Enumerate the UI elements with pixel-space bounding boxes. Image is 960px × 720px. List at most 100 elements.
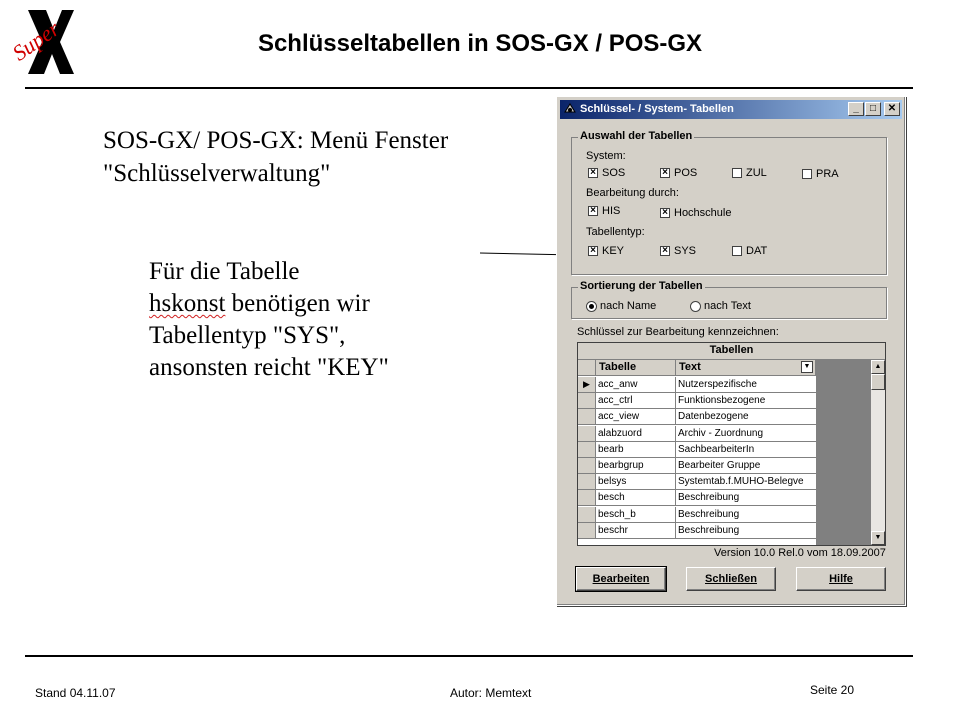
tables-grid[interactable]: Tabellen Tabelle Text ▼ ▶ acc_anw Nutzersp… — [577, 342, 886, 546]
cell-table-text[interactable]: Archiv - Zuordnung — [676, 426, 816, 442]
close-button[interactable]: ✕ — [884, 102, 900, 116]
current-row-indicator[interactable]: ▶ — [578, 377, 596, 393]
cell-table-name[interactable]: acc_anw — [596, 377, 676, 393]
cell-table-name[interactable]: acc_view — [596, 409, 676, 426]
chevron-down-icon[interactable]: ▼ — [801, 361, 813, 373]
system-pos-label: POS — [674, 167, 698, 179]
scroll-thumb[interactable] — [871, 374, 885, 390]
type-sys-checkbox[interactable]: × — [660, 246, 670, 256]
note-line-1: Für die Tabelle — [149, 258, 300, 285]
sort-legend: Sortierung der Tabellen — [578, 280, 705, 292]
sort-by-name-radio[interactable] — [586, 301, 597, 312]
row-selector[interactable] — [578, 506, 596, 523]
grid-corner-header — [578, 360, 596, 376]
table-row[interactable]: bearbgrup Bearbeiter Gruppe — [578, 458, 816, 474]
table-row[interactable]: besch Beschreibung — [578, 490, 816, 507]
edit-button-label: Bearbeiten — [592, 573, 650, 585]
edit-by-label: Bearbeitung durch: — [586, 187, 679, 199]
close-dialog-button-label: Schließen — [705, 573, 757, 585]
intro-line-1: SOS-GX/ POS-GX: Menü Fenster — [103, 127, 449, 154]
row-selector[interactable] — [578, 425, 596, 442]
note-text: Für die Tabelle hskonst benötigen wir Ta… — [149, 256, 389, 384]
footer-page-number: Seite 20 — [810, 683, 855, 697]
cell-table-text[interactable]: Nutzerspezifische — [676, 377, 816, 393]
table-row[interactable]: bearb SachbearbeiterIn — [578, 441, 816, 458]
table-row[interactable]: besch_b Beschreibung — [578, 506, 816, 523]
row-selector[interactable] — [578, 409, 596, 426]
slide-title: Schlüsseltabellen in SOS-GX / POS-GX — [257, 30, 703, 57]
cell-table-text[interactable]: Beschreibung — [676, 490, 816, 507]
type-dat-checkbox[interactable] — [732, 246, 742, 256]
sort-group: Sortierung der Tabellen nach Name nach T… — [571, 280, 887, 319]
cell-table-name[interactable]: besch_b — [596, 506, 676, 523]
vertical-scrollbar[interactable]: ▲ ▼ — [871, 360, 885, 545]
column-header-table[interactable]: Tabelle — [596, 360, 676, 376]
edit-his-label: HIS — [602, 205, 621, 217]
close-dialog-button[interactable]: Schließen — [686, 567, 776, 591]
edit-hochschule-label: Hochschule — [674, 207, 732, 219]
table-row[interactable]: belsys Systemtab.f.MUHO-Belegve — [578, 474, 816, 491]
grid-empty-area — [816, 360, 871, 545]
cell-table-name[interactable]: alabzuord — [596, 425, 676, 442]
footer-date: Stand 04.11.07 — [35, 686, 116, 700]
column-header-text[interactable]: Text ▼ — [676, 360, 816, 376]
cell-table-text[interactable]: Beschreibung — [676, 507, 816, 523]
cell-table-name[interactable]: besch — [596, 490, 676, 507]
row-selector[interactable] — [578, 474, 596, 491]
scroll-up-button[interactable]: ▲ — [871, 360, 885, 374]
edit-hochschule-checkbox[interactable]: × — [660, 208, 670, 218]
cell-table-name[interactable]: belsys — [596, 474, 676, 491]
system-pos-checkbox[interactable]: × — [660, 168, 670, 178]
system-label: System: — [586, 150, 626, 162]
system-zul-label: ZUL — [746, 167, 767, 179]
table-row[interactable]: alabzuord Archiv - Zuordnung — [578, 425, 816, 442]
row-selector[interactable] — [578, 522, 596, 539]
sort-by-text-radio[interactable] — [690, 301, 701, 312]
system-pra-checkbox[interactable] — [802, 169, 812, 179]
footer-rule — [25, 655, 913, 657]
edit-button[interactable]: Bearbeiten — [575, 566, 667, 592]
dialog-titlebar[interactable]: Schlüssel- / System- Tabellen _ □ ✕ — [560, 100, 902, 119]
cell-table-name[interactable]: acc_ctrl — [596, 393, 676, 410]
header-rule — [25, 87, 913, 89]
type-key-checkbox[interactable]: × — [588, 246, 598, 256]
intro-text: SOS-GX/ POS-GX: Menü Fenster "Schlüsselv… — [103, 124, 448, 190]
help-button-label: Hilfe — [829, 573, 853, 585]
system-zul-checkbox[interactable] — [732, 168, 742, 178]
table-row[interactable]: acc_ctrl Funktionsbezogene — [578, 393, 816, 410]
help-button[interactable]: Hilfe — [796, 567, 886, 591]
edit-his-checkbox[interactable]: × — [588, 206, 598, 216]
scroll-down-button[interactable]: ▼ — [871, 531, 885, 545]
system-sos-checkbox[interactable]: × — [588, 168, 598, 178]
row-selector[interactable] — [578, 458, 596, 474]
table-row[interactable]: acc_view Datenbezogene — [578, 409, 816, 426]
table-row[interactable]: ▶ acc_anw Nutzerspezifische — [578, 377, 816, 393]
table-row[interactable]: beschr Beschreibung — [578, 522, 816, 539]
table-selection-group: Auswahl der Tabellen System: × SOS × POS… — [571, 130, 887, 275]
cell-table-name[interactable]: beschr — [596, 522, 676, 539]
sort-by-name-label: nach Name — [600, 300, 657, 312]
cell-table-text[interactable]: Systemtab.f.MUHO-Belegve — [676, 474, 816, 491]
type-sys-label: SYS — [674, 245, 697, 257]
mark-keys-label: Schlüssel zur Bearbeitung kennzeichnen: — [577, 326, 779, 338]
minimize-button[interactable]: _ — [848, 102, 864, 116]
grid-caption: Tabellen — [578, 343, 885, 360]
cell-table-text[interactable]: Bearbeiter Gruppe — [676, 458, 816, 474]
cell-table-text[interactable]: Funktionsbezogene — [676, 393, 816, 410]
cell-table-text[interactable]: Beschreibung — [676, 523, 816, 539]
cell-table-name[interactable]: bearbgrup — [596, 458, 676, 474]
cell-table-text[interactable]: SachbearbeiterIn — [676, 442, 816, 458]
footer-author: Autor: Memtext — [450, 686, 532, 700]
maximize-button[interactable]: □ — [865, 102, 881, 116]
note-line-2-rest: benötigen wir — [225, 290, 370, 317]
cell-table-text[interactable]: Datenbezogene — [676, 409, 816, 426]
note-line-3: Tabellentyp "SYS", — [149, 322, 346, 349]
row-selector[interactable] — [578, 490, 596, 507]
note-line-4: ansonsten reicht "KEY" — [149, 354, 389, 381]
cell-table-name[interactable]: bearb — [596, 441, 676, 458]
row-selector[interactable] — [578, 441, 596, 458]
key-tables-dialog: Schlüssel- / System- Tabellen _ □ ✕ Ausw… — [556, 96, 906, 606]
row-selector[interactable] — [578, 393, 596, 410]
dialog-title: Schlüssel- / System- Tabellen — [580, 103, 734, 115]
note-line-2: hskonst benötigen wir — [149, 288, 389, 320]
